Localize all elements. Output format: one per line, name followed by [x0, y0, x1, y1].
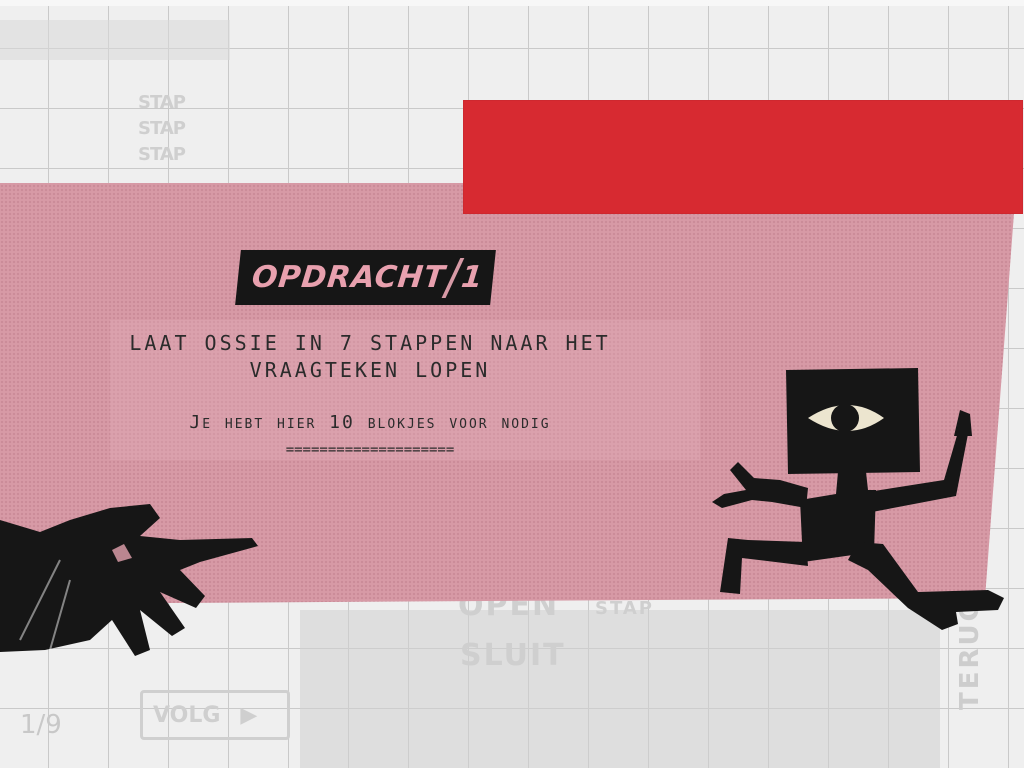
pointing-hand-icon [0, 504, 258, 656]
instruction-underline: ==================== [285, 442, 455, 458]
faded-stap-3: STAP [138, 144, 186, 165]
play-icon: ▶ [240, 702, 258, 728]
faded-sluit-label: SLUIT [460, 638, 566, 673]
faded-next-button: VOLG ▶ [140, 690, 290, 740]
ghost-toolbar [0, 20, 230, 60]
faded-stap-1: STAP [138, 92, 186, 113]
faded-next-label: VOLG [153, 702, 221, 728]
faded-stap-2: STAP [138, 118, 186, 139]
instruction-line-2: VRAAGTEKEN LOPEN [249, 358, 491, 382]
ossie-character-icon [712, 368, 1004, 630]
faded-stap-list: STAP STAP STAP [138, 90, 188, 168]
instruction-text: LAAT OSSIE IN 7 STAPPEN NAAR HET VRAAGTE… [110, 330, 630, 384]
title-number: 1 [459, 260, 486, 295]
faded-page-counter: 1/9 [20, 710, 62, 740]
title-box: OPDRACHT 1 [235, 250, 497, 305]
title-label: OPDRACHT [250, 260, 448, 295]
ghost-workspace [300, 610, 940, 768]
faded-stap-small: STAP [595, 598, 654, 619]
title-badge: OPDRACHT 1 [235, 250, 497, 305]
red-banner [463, 100, 1023, 214]
instruction-line-3: Je hebt hier 10 blokjes voor nodig [189, 412, 551, 433]
instruction-line-1: LAAT OSSIE IN 7 STAPPEN NAAR HET [129, 331, 611, 355]
